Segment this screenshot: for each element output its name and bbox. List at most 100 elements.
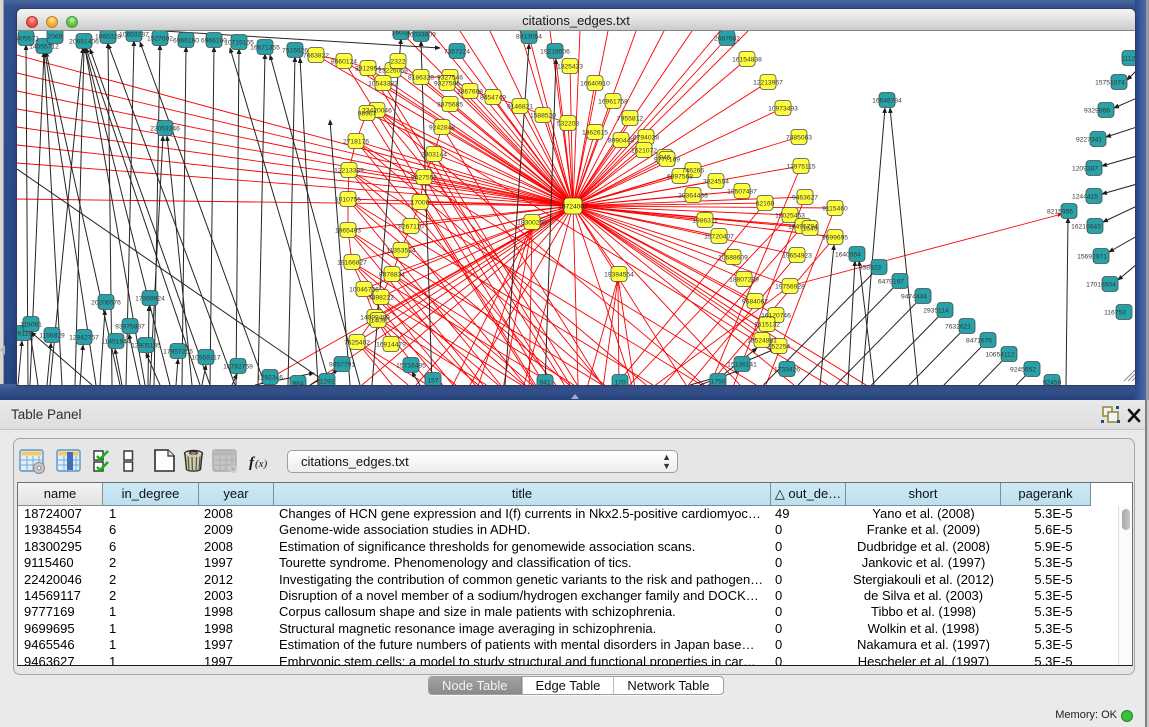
svg-text:14055712: 14055712 [29, 44, 59, 51]
svg-text:116753: 116753 [1104, 310, 1126, 317]
svg-text:252254: 252254 [768, 344, 791, 351]
svg-text:1010755: 1010755 [335, 197, 361, 204]
svg-text:39119: 39119 [17, 331, 32, 338]
svg-text:2087682: 2087682 [714, 36, 740, 43]
svg-text:9115460: 9115460 [822, 206, 848, 213]
svg-text:2322: 2322 [391, 59, 406, 66]
svg-text:16648784: 16648784 [872, 98, 902, 105]
svg-text:1615132: 1615132 [754, 322, 780, 329]
svg-text:9146821: 9146821 [507, 104, 533, 111]
svg-text:115061: 115061 [20, 322, 42, 329]
svg-text:8215955: 8215955 [1047, 209, 1073, 216]
svg-text:17359924: 17359924 [135, 296, 165, 303]
svg-text:1621072: 1621072 [631, 148, 657, 155]
svg-text:12905135: 12905135 [131, 343, 161, 350]
svg-text:1292: 1292 [320, 379, 335, 386]
svg-text:1588520: 1588520 [530, 113, 556, 120]
svg-text:1986311: 1986311 [692, 218, 718, 225]
svg-text:19166827: 19166827 [337, 260, 367, 267]
svg-text:8660124: 8660124 [331, 59, 357, 66]
svg-text:7357224: 7357224 [444, 49, 470, 56]
svg-text:11451944: 11451944 [101, 339, 131, 346]
svg-text:9684067: 9684067 [742, 299, 768, 306]
svg-text:1527602: 1527602 [147, 36, 173, 43]
svg-text:3875685: 3875685 [437, 102, 463, 109]
svg-text:10025463: 10025463 [775, 213, 805, 220]
svg-text:984: 984 [292, 381, 303, 386]
svg-text:2803144: 2803144 [421, 152, 447, 159]
svg-text:1649: 1649 [803, 226, 818, 233]
svg-text:16961758: 16961758 [598, 99, 628, 106]
svg-text:12942757: 12942757 [69, 335, 99, 342]
svg-text:16782759: 16782759 [223, 364, 253, 371]
svg-text:93975887: 93975887 [115, 324, 145, 331]
svg-text:17957255: 17957255 [163, 349, 193, 356]
svg-text:170: 170 [614, 380, 625, 386]
svg-text:10973493: 10973493 [768, 106, 798, 113]
svg-text:18807299: 18807299 [729, 277, 759, 284]
svg-text:7632621: 7632621 [945, 324, 971, 331]
svg-text:15136141: 15136141 [727, 362, 757, 369]
svg-text:8990448: 8990448 [608, 138, 634, 145]
svg-text:10653287: 10653287 [119, 32, 149, 39]
svg-text:6479197: 6479197 [878, 279, 904, 286]
svg-text:12213967: 12213967 [753, 80, 783, 87]
svg-text:10543382: 10543382 [368, 81, 398, 88]
svg-text:9699695: 9699695 [822, 235, 848, 242]
svg-text:7955812: 7955812 [617, 116, 643, 123]
svg-text:1244415: 1244415 [1072, 194, 1098, 201]
svg-text:1362615: 1362615 [582, 130, 608, 137]
svg-text:7485063: 7485063 [786, 135, 812, 142]
svg-text:3498222: 3498222 [368, 295, 394, 302]
svg-text:10507487: 10507487 [727, 189, 757, 196]
svg-text:12975115: 12975115 [786, 164, 816, 171]
svg-text:9242848: 9242848 [429, 125, 455, 132]
svg-text:938923: 938923 [859, 265, 882, 272]
svg-text:12213389: 12213389 [334, 168, 364, 175]
svg-text:2935114: 2935114 [923, 308, 949, 315]
svg-text:9857791: 9857791 [329, 362, 355, 369]
svg-text:16033809: 16033809 [406, 32, 436, 39]
svg-text:20364436: 20364436 [678, 193, 708, 200]
svg-text:8186328: 8186328 [408, 75, 434, 82]
svg-text:532203: 532203 [557, 121, 580, 128]
svg-text:17006: 17006 [411, 200, 430, 207]
svg-text:1750: 1750 [711, 379, 726, 386]
svg-text:62160: 62160 [756, 201, 775, 208]
svg-text:16914479: 16914479 [376, 342, 406, 349]
svg-text:19756928: 19756928 [775, 284, 805, 291]
svg-text:9777169: 9777169 [654, 157, 680, 164]
svg-text:10654112: 10654112 [985, 352, 1015, 359]
svg-text:23053346: 23053346 [150, 126, 180, 133]
svg-text:19218506: 19218506 [540, 49, 570, 56]
svg-text:8427552: 8427552 [411, 175, 437, 182]
svg-text:8813054: 8813054 [516, 34, 542, 41]
svg-text:16210643: 16210643 [1071, 224, 1101, 231]
svg-text:9227341: 9227341 [1076, 137, 1102, 144]
svg-text:3824554: 3824554 [703, 179, 729, 186]
svg-text:1965493: 1965493 [335, 228, 361, 235]
svg-text:15692971: 15692971 [1077, 254, 1107, 261]
svg-text:6966160: 6966160 [173, 38, 199, 45]
svg-text:23226058: 23226058 [378, 68, 408, 75]
svg-text:15720407: 15720407 [704, 234, 734, 241]
svg-text:7625402: 7625402 [344, 340, 370, 347]
svg-text:6897568: 6897568 [667, 174, 693, 181]
svg-text:19384554: 19384554 [604, 272, 634, 279]
svg-text:8878834: 8878834 [379, 272, 405, 279]
svg-text:8471676: 8471676 [966, 338, 992, 345]
svg-text:10688609: 10688609 [718, 255, 748, 262]
svg-text:1156829: 1156829 [39, 333, 65, 340]
svg-text:9329966: 9329966 [1084, 108, 1110, 115]
svg-text:1209387: 1209387 [1072, 166, 1098, 173]
svg-text:18724007: 18724007 [558, 204, 588, 211]
svg-text:1065328: 1065328 [95, 34, 121, 41]
svg-text:17016504: 17016504 [1086, 282, 1116, 289]
svg-text:11353594: 11353594 [386, 248, 416, 255]
svg-text:9463627: 9463627 [792, 195, 818, 202]
svg-text:18300295: 18300295 [517, 220, 547, 227]
svg-text:16640910: 16640910 [580, 81, 610, 88]
svg-text:11125: 11125 [1121, 56, 1135, 63]
svg-text:15751074: 15751074 [1095, 80, 1125, 87]
svg-text:(x): (x) [255, 458, 268, 470]
